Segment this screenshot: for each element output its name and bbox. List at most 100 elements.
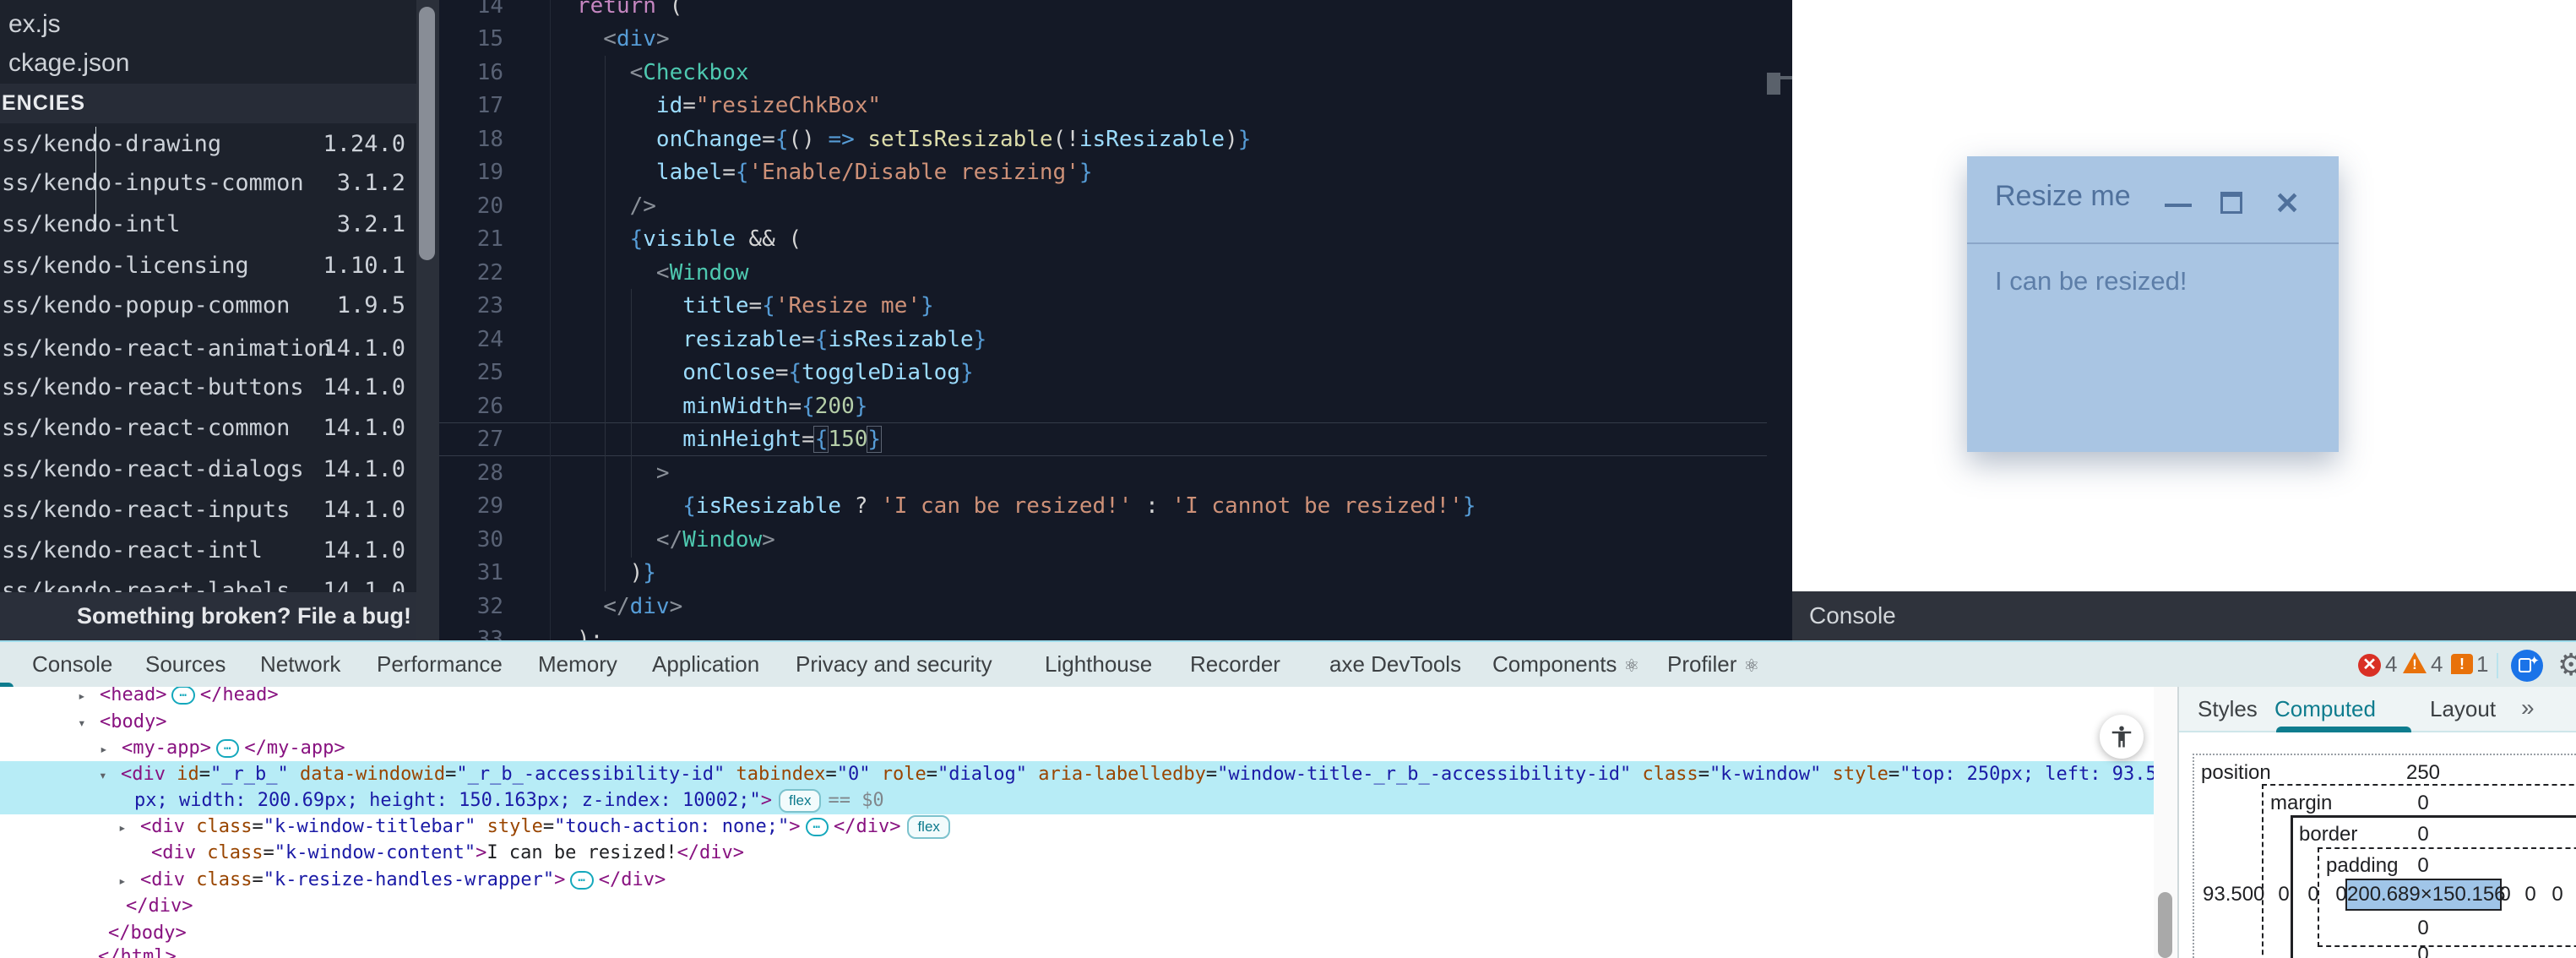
- dependency-item[interactable]: ss/kendo-licensing1.10.1: [2, 246, 405, 286]
- dependency-item[interactable]: ss/kendo-react-dialogs14.1.0: [2, 449, 405, 490]
- tab-computed[interactable]: Computed: [2274, 687, 2376, 731]
- twisty-icon[interactable]: ▾: [78, 710, 100, 737]
- window-titlebar[interactable]: Resize me ✕: [1967, 156, 2339, 244]
- dependency-item[interactable]: ss/kendo-intl3.2.1: [2, 204, 405, 245]
- expand-ellipsis-icon[interactable]: …: [171, 687, 194, 705]
- tab-lighthouse[interactable]: Lighthouse: [1045, 642, 1152, 689]
- elements-scrollbar-thumb[interactable]: [2158, 892, 2172, 958]
- code-line[interactable]: onChange={() => setIsResizable(!isResiza…: [577, 122, 1251, 156]
- console-drawer-bar[interactable]: Console: [1792, 591, 2576, 640]
- padding-bottom-value[interactable]: 0: [2398, 917, 2448, 940]
- issues-icon[interactable]: !: [2451, 654, 2473, 674]
- code-line[interactable]: return (: [577, 0, 682, 23]
- file-item[interactable]: ex.js: [8, 5, 61, 44]
- sidebar-scrollbar-thumb[interactable]: [419, 7, 435, 260]
- more-tabs-chevron[interactable]: »: [2521, 687, 2531, 731]
- code-line[interactable]: id="resizeChkBox": [577, 89, 881, 122]
- code-editor[interactable]: 14return (15 <div>16 <Checkbox17 id="res…: [439, 0, 1792, 640]
- margin-top-value[interactable]: 0: [2398, 792, 2448, 815]
- code-line[interactable]: )}: [577, 556, 656, 590]
- close-icon[interactable]: ✕: [2264, 156, 2315, 244]
- tree-row[interactable]: ▸<my-app>…</my-app>: [0, 735, 2154, 762]
- tab-performance[interactable]: Performance: [377, 642, 503, 689]
- tab-memory[interactable]: Memory: [538, 642, 617, 689]
- twisty-icon[interactable]: ▾: [99, 762, 121, 789]
- twisty-icon[interactable]: ▸: [118, 814, 140, 841]
- expand-ellipsis-icon[interactable]: …: [216, 739, 239, 758]
- twisty-icon[interactable]: ▸: [118, 868, 140, 895]
- accessibility-person-icon[interactable]: [2100, 715, 2144, 759]
- code-line[interactable]: label={'Enable/Disable resizing'}: [577, 155, 1093, 189]
- tree-row[interactable]: </html>: [0, 944, 2154, 958]
- dependency-item[interactable]: ss/kendo-inputs-common3.1.2: [2, 163, 405, 204]
- padding-top-value[interactable]: 0: [2398, 854, 2448, 878]
- flex-badge[interactable]: flex: [779, 789, 821, 813]
- tab-components[interactable]: Components⚛: [1492, 642, 1639, 689]
- tab-application[interactable]: Application: [652, 642, 759, 689]
- maximize-icon[interactable]: [2206, 156, 2257, 244]
- code-line[interactable]: onClose={toggleDialog}: [577, 356, 974, 389]
- expand-ellipsis-icon[interactable]: …: [806, 818, 829, 836]
- tree-row[interactable]: ▸<div class="k-window-titlebar" style="t…: [0, 814, 2154, 841]
- resize-me-window[interactable]: Resize me ✕ I can be resized!: [1967, 156, 2339, 452]
- boxmodel-content[interactable]: 200.689×150.156: [2345, 879, 2502, 911]
- code-line[interactable]: </Window>: [577, 523, 775, 557]
- border-top-value[interactable]: 0: [2398, 823, 2448, 846]
- tree-row[interactable]: ▾<div id="_r_b_" data-windowid="_r_b_-ac…: [0, 761, 2154, 788]
- tree-row[interactable]: </div>: [0, 893, 2154, 920]
- tree-row[interactable]: ▸<head>…</head>: [0, 687, 2154, 709]
- code-line[interactable]: minWidth={200}: [577, 389, 867, 423]
- minimize-icon[interactable]: [2153, 156, 2204, 244]
- code-line[interactable]: resizable={isResizable}: [577, 323, 986, 357]
- gear-icon[interactable]: ⚙: [2557, 647, 2576, 683]
- code-line[interactable]: <Window: [577, 256, 749, 290]
- code-line[interactable]: </div>: [577, 590, 682, 623]
- tab-recorder[interactable]: Recorder: [1190, 642, 1280, 689]
- dependency-item[interactable]: ss/kendo-react-intl14.1.0: [2, 531, 405, 571]
- dependency-item[interactable]: ss/kendo-react-common14.1.0: [2, 408, 405, 449]
- elements-panel[interactable]: ▸<head>…</head>▾<body>▸<my-app>…</my-app…: [0, 687, 2154, 958]
- tree-row[interactable]: ▾<body>: [0, 709, 2154, 736]
- tab-network[interactable]: Network: [260, 642, 340, 689]
- boxmodel-right-value[interactable]: 0: [2541, 883, 2574, 906]
- code-line[interactable]: <div>: [577, 22, 670, 56]
- code-line[interactable]: >: [577, 456, 670, 490]
- tab-axe-devtools[interactable]: axe DevTools: [1329, 642, 1461, 689]
- elements-scrollbar[interactable]: [2154, 687, 2177, 958]
- error-icon[interactable]: ✕: [2358, 654, 2381, 677]
- code-line[interactable]: minHeight={150}: [577, 422, 881, 456]
- twisty-icon[interactable]: ▸: [78, 687, 100, 710]
- dependency-item[interactable]: ss/kendo-react-inputs14.1.0: [2, 490, 405, 531]
- boxmodel-left-value[interactable]: 0: [2318, 883, 2365, 906]
- dependency-item[interactable]: ss/kendo-drawing1.24.0: [2, 124, 405, 165]
- tree-row[interactable]: <div class="k-window-content">I can be r…: [0, 840, 2154, 867]
- warning-icon[interactable]: !: [2403, 652, 2427, 673]
- tab-sources[interactable]: Sources: [145, 642, 226, 689]
- dependency-item[interactable]: ss/kendo-react-animation14.1.0: [2, 329, 405, 369]
- twisty-icon[interactable]: ▸: [100, 736, 122, 763]
- tab-privacy-and-security[interactable]: Privacy and security: [796, 642, 992, 689]
- tab-layout[interactable]: Layout: [2430, 687, 2496, 731]
- tab-profiler[interactable]: Profiler⚛: [1667, 642, 1759, 689]
- tab-console[interactable]: Console: [32, 642, 112, 689]
- code-line[interactable]: title={'Resize me'}: [577, 289, 934, 323]
- code-line[interactable]: );: [577, 623, 603, 640]
- file-item[interactable]: ckage.json: [8, 44, 129, 83]
- dependency-item[interactable]: ss/kendo-react-buttons14.1.0: [2, 367, 405, 408]
- file-a-bug-link[interactable]: Something broken? File a bug!: [0, 592, 416, 640]
- code-line[interactable]: <Checkbox: [577, 56, 749, 90]
- sidebar-scrollbar[interactable]: [416, 0, 439, 640]
- border-bottom-value[interactable]: 0: [2398, 943, 2448, 958]
- boxmodel-left-value[interactable]: 93.500: [2203, 883, 2250, 906]
- tree-row[interactable]: px; width: 200.69px; height: 150.163px; …: [0, 787, 2154, 814]
- code-line[interactable]: {isResizable ? 'I can be resized!' : 'I …: [577, 489, 1475, 523]
- ai-assistant-icon[interactable]: ✦: [2511, 650, 2543, 682]
- tab-styles[interactable]: Styles: [2198, 687, 2258, 731]
- position-top-value[interactable]: 250: [2398, 761, 2448, 785]
- tree-row[interactable]: ▸<div class="k-resize-handles-wrapper">……: [0, 867, 2154, 894]
- code-line[interactable]: {visible && (: [577, 222, 802, 256]
- expand-ellipsis-icon[interactable]: …: [570, 871, 593, 890]
- dependency-item[interactable]: ss/kendo-popup-common1.9.5: [2, 286, 405, 326]
- flex-badge[interactable]: flex: [907, 815, 949, 839]
- code-line[interactable]: />: [577, 189, 656, 223]
